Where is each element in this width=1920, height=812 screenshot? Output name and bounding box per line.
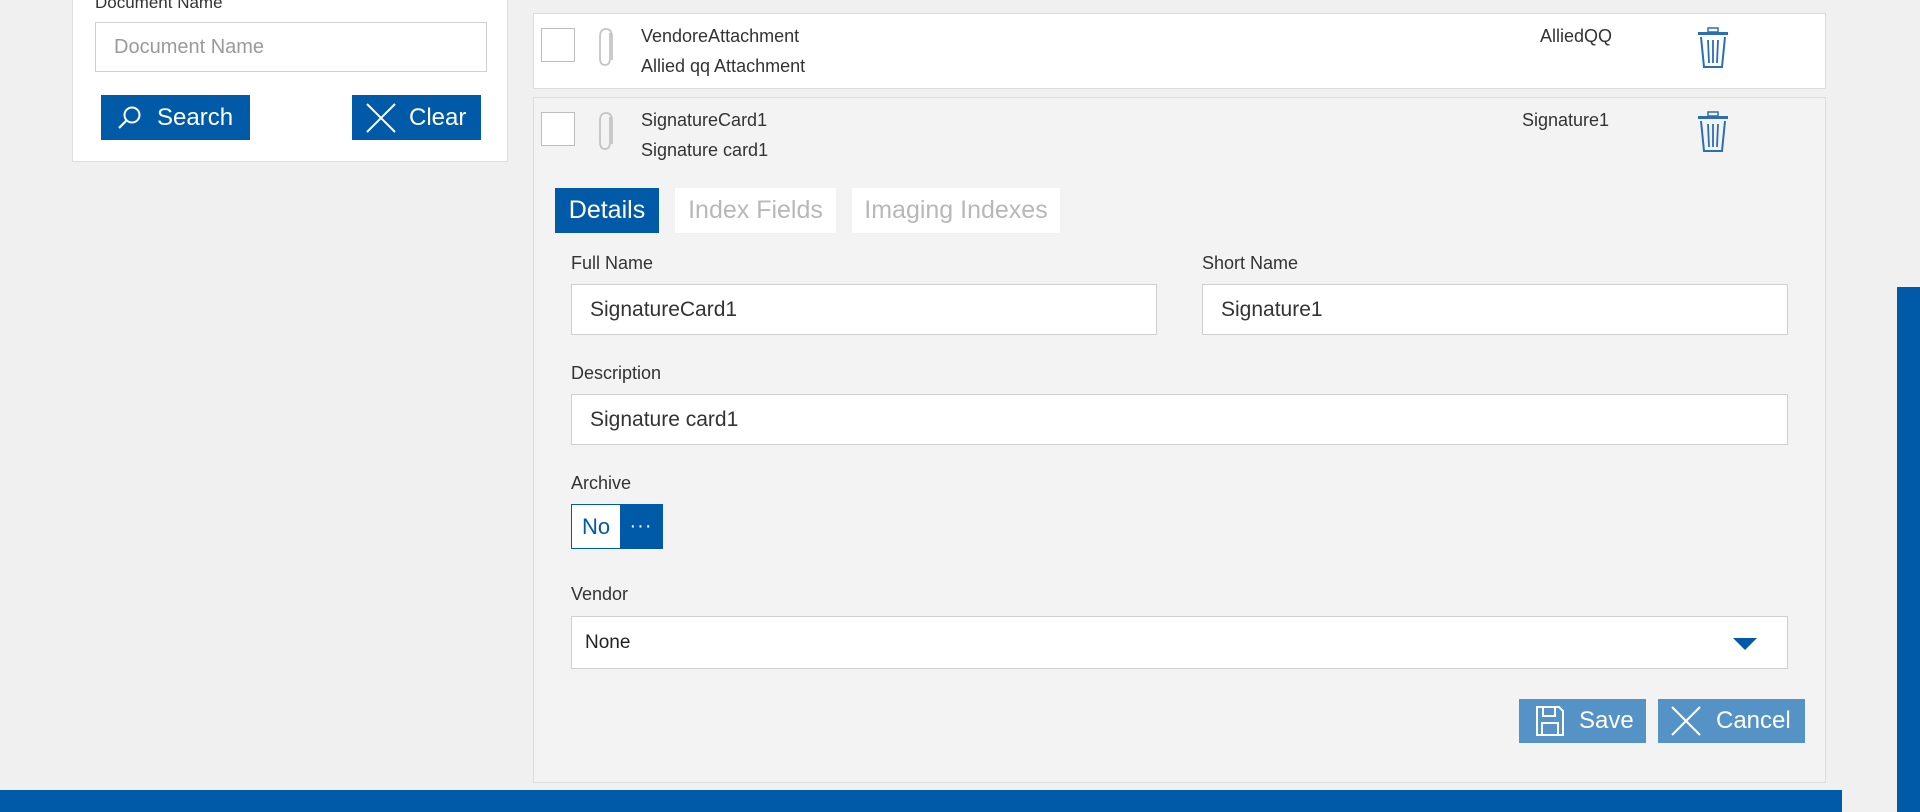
save-button-label: Save [1579, 707, 1634, 734]
search-button-label: Search [157, 103, 234, 131]
chevron-down-icon [1733, 638, 1757, 650]
close-icon [1671, 706, 1701, 736]
archive-more-button[interactable]: ··· [620, 505, 662, 548]
close-icon [366, 102, 396, 133]
short-name-label: Short Name [1202, 253, 1299, 273]
vendor-label: Vendor [571, 584, 629, 604]
search-icon [118, 106, 141, 129]
document-name: VendoreAttachment [641, 26, 800, 46]
paperclip-icon [599, 28, 613, 66]
document-description: Allied qq Attachment [641, 56, 806, 76]
cancel-button-label: Cancel [1716, 707, 1791, 734]
description-input[interactable] [571, 394, 1788, 445]
document-row[interactable] [533, 13, 1826, 89]
tab-details[interactable]: Details [555, 188, 659, 233]
clear-button[interactable]: Clear [352, 95, 481, 140]
footer-bar [0, 790, 1842, 812]
short-name-input[interactable] [1202, 284, 1788, 335]
full-name-label: Full Name [571, 253, 654, 273]
save-button[interactable]: Save [1519, 699, 1646, 743]
vendor-selected-value: None [585, 631, 631, 653]
document-name: SignatureCard1 [641, 110, 768, 130]
document-description: Signature card1 [641, 140, 769, 160]
cancel-button[interactable]: Cancel [1658, 699, 1805, 743]
row-checkbox[interactable] [541, 112, 575, 146]
full-name-input[interactable] [571, 284, 1157, 335]
search-button[interactable]: Search [101, 95, 250, 140]
description-label: Description [571, 363, 662, 383]
trash-icon[interactable] [1696, 27, 1730, 69]
archive-label: Archive [571, 473, 632, 493]
tab-imaging-indexes[interactable]: Imaging Indexes [852, 188, 1060, 233]
row-checkbox[interactable] [541, 28, 575, 62]
document-name-input[interactable] [95, 22, 487, 72]
document-name-label: Document Name [95, 0, 223, 12]
vendor-select[interactable]: None [571, 616, 1788, 669]
save-icon [1536, 706, 1564, 736]
paperclip-icon [599, 112, 613, 150]
clear-button-label: Clear [409, 103, 467, 131]
document-short-name: Signature1 [1522, 110, 1610, 130]
document-short-name: AlliedQQ [1540, 26, 1613, 46]
archive-value[interactable]: No [572, 505, 620, 548]
archive-toggle[interactable]: No ··· [571, 504, 663, 549]
scrollbar-thumb[interactable] [1897, 287, 1920, 812]
tab-index-fields[interactable]: Index Fields [675, 188, 836, 233]
trash-icon[interactable] [1696, 111, 1730, 153]
